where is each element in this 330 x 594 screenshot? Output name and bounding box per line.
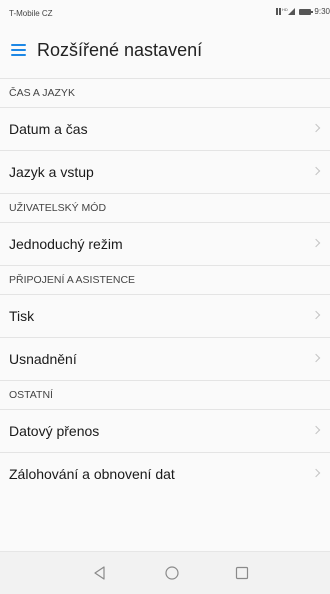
- chevron-right-icon: [311, 123, 321, 133]
- list-item-jazyk-a-vstup[interactable]: Jazyk a vstup: [0, 150, 330, 193]
- list-item-label: Usnadnění: [9, 351, 77, 367]
- section-header-cas-a-jazyk: ČAS A JAZYK: [0, 78, 330, 107]
- chevron-right-icon: [311, 238, 321, 248]
- hamburger-menu-icon[interactable]: [11, 44, 26, 56]
- list-item-label: Zálohování a obnovení dat: [9, 466, 175, 482]
- chevron-right-icon: [311, 353, 321, 363]
- list-item-usnadneni[interactable]: Usnadnění: [0, 337, 330, 380]
- section-header-pripojeni-a-asistence: PŘIPOJENÍ A ASISTENCE: [0, 265, 330, 294]
- chevron-right-icon: [311, 166, 321, 176]
- section-header-uzivatelsky-mod: UŽIVATELSKÝ MÓD: [0, 193, 330, 222]
- list-item-label: Jazyk a vstup: [9, 164, 94, 180]
- chevron-right-icon: [311, 310, 321, 320]
- list-item-jednoduchy-rezim[interactable]: Jednoduchý režim: [0, 222, 330, 265]
- status-bar: T-Mobile CZ HD 9:30: [0, 0, 330, 26]
- list-item-label: Datum a čas: [9, 121, 88, 137]
- page-title: Rozšířené nastavení: [37, 40, 203, 60]
- settings-screen: T-Mobile CZ HD 9:30 Rozšířené nastavení …: [0, 0, 330, 594]
- recent-apps-square-icon[interactable]: [234, 565, 250, 581]
- list-item-label: Tisk: [9, 308, 35, 324]
- list-item-datovy-prenos[interactable]: Datový přenos: [0, 409, 330, 452]
- list-item-label: Jednoduchý režim: [9, 236, 123, 252]
- status-icons: HD 9:30: [276, 7, 330, 16]
- settings-list: ČAS A JAZYK Datum a čas Jazyk a vstup UŽ…: [0, 78, 330, 495]
- chevron-right-icon: [311, 425, 321, 435]
- carrier-name: T-Mobile CZ: [9, 9, 53, 18]
- section-header-ostatni: OSTATNÍ: [0, 380, 330, 409]
- list-item-zalohovani-a-obnoveni-dat[interactable]: Zálohování a obnovení dat: [0, 452, 330, 495]
- back-triangle-icon[interactable]: [92, 565, 108, 581]
- list-item-label: Datový přenos: [9, 423, 100, 439]
- home-circle-icon[interactable]: [164, 565, 180, 581]
- list-item-datum-a-cas[interactable]: Datum a čas: [0, 107, 330, 150]
- navigation-bar: [0, 551, 330, 594]
- battery-icon: [299, 8, 314, 15]
- chevron-right-icon: [311, 468, 321, 478]
- app-bar: Rozšířené nastavení: [0, 26, 330, 78]
- signal-icon: HD: [276, 7, 296, 15]
- list-item-tisk[interactable]: Tisk: [0, 294, 330, 337]
- clock: 9:30: [314, 7, 330, 16]
- svg-text:HD: HD: [282, 7, 288, 12]
